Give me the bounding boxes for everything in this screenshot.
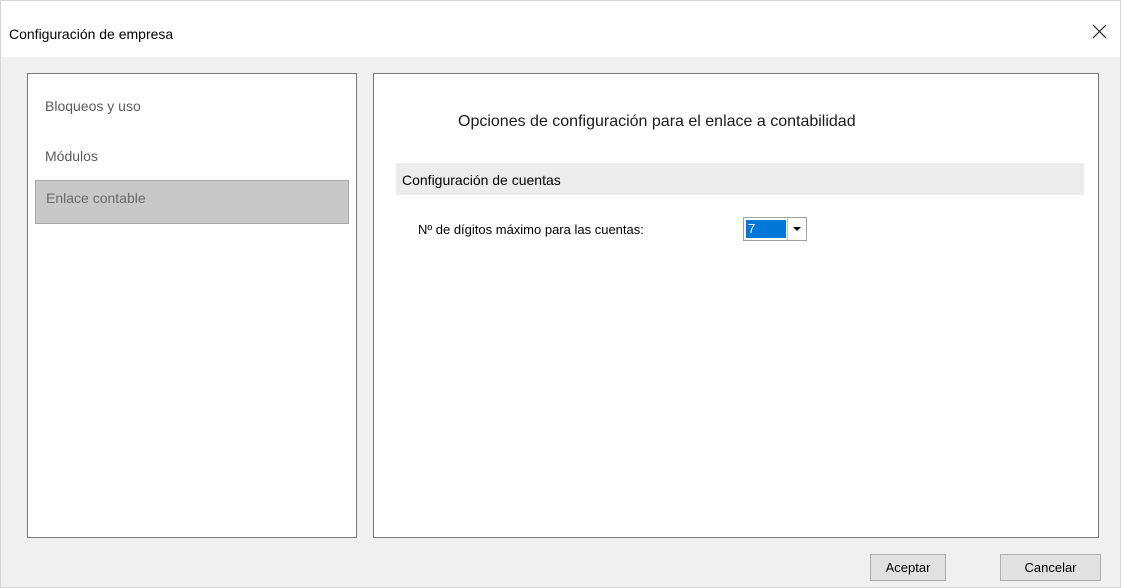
nav-panel: Bloqueos y uso Módulos Enlace contable [27, 73, 357, 538]
content-panel: Opciones de configuración para el enlace… [373, 73, 1099, 538]
cancel-button[interactable]: Cancelar [1000, 554, 1101, 581]
nav-item-modulos[interactable]: Módulos [35, 139, 349, 183]
max-digits-combobox[interactable]: 7 [743, 217, 807, 241]
close-button[interactable] [1080, 9, 1120, 53]
dialog-window: Configuración de empresa Bloqueos y uso … [0, 0, 1121, 588]
nav-item-label: Módulos [45, 148, 98, 164]
title-bar: Configuración de empresa [1, 1, 1120, 57]
nav-item-label: Bloqueos y uso [45, 98, 141, 114]
accept-button[interactable]: Aceptar [870, 554, 946, 581]
nav-item-enlace-contable[interactable]: Enlace contable [35, 180, 349, 224]
section-header: Configuración de cuentas [396, 163, 1084, 195]
nav-item-bloqueos-y-uso[interactable]: Bloqueos y uso [35, 89, 349, 133]
section-title: Configuración de cuentas [402, 172, 561, 188]
window-title: Configuración de empresa [9, 26, 174, 42]
nav-item-label: Enlace contable [46, 190, 146, 206]
combobox-dropdown-button[interactable] [787, 218, 806, 240]
max-digits-label: Nº de dígitos máximo para las cuentas: [418, 222, 644, 237]
close-icon [1092, 24, 1107, 39]
content-heading: Opciones de configuración para el enlace… [458, 113, 856, 130]
max-digits-value[interactable]: 7 [746, 220, 786, 238]
chevron-down-icon [793, 227, 801, 231]
